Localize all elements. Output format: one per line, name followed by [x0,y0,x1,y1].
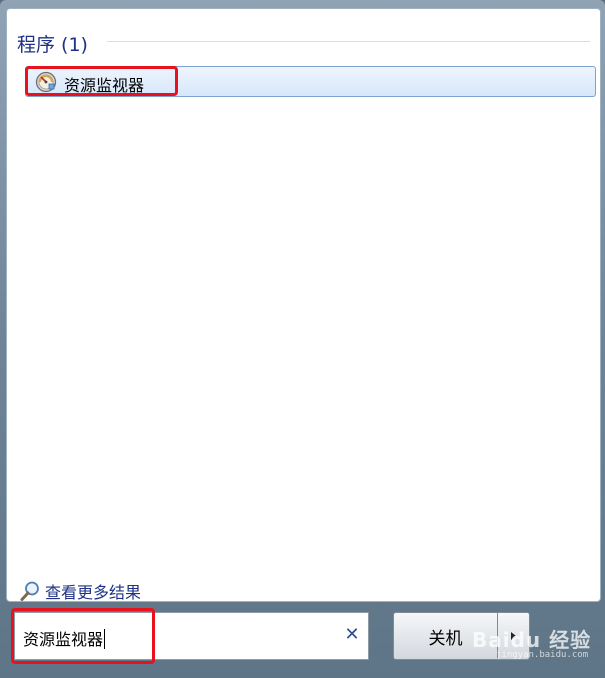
see-more-results-label: 查看更多结果 [45,583,142,602]
result-item-resource-monitor[interactable]: 资源监视器 [25,66,596,97]
search-input-text: 资源监视器 [23,629,106,649]
search-input[interactable]: 资源监视器 ✕ [14,612,369,660]
close-icon[interactable]: ✕ [344,626,360,644]
shutdown-options-button[interactable] [498,612,530,660]
group-divider [107,41,590,42]
programs-group-title: 程序 (1) [17,33,88,56]
text-caret [104,629,106,649]
resource-monitor-icon [35,71,57,93]
shutdown-button[interactable]: 关机 [393,612,498,660]
search-icon [19,580,41,602]
programs-group-header: 程序 (1) [17,29,88,57]
search-results-panel: 程序 (1) 资源监视器 查看更多结果 [6,8,601,602]
result-item-label: 资源监视器 [64,76,145,95]
chevron-right-icon [511,632,516,640]
power-controls: 关机 [393,612,530,660]
see-more-results-link[interactable]: 查看更多结果 [19,579,141,603]
